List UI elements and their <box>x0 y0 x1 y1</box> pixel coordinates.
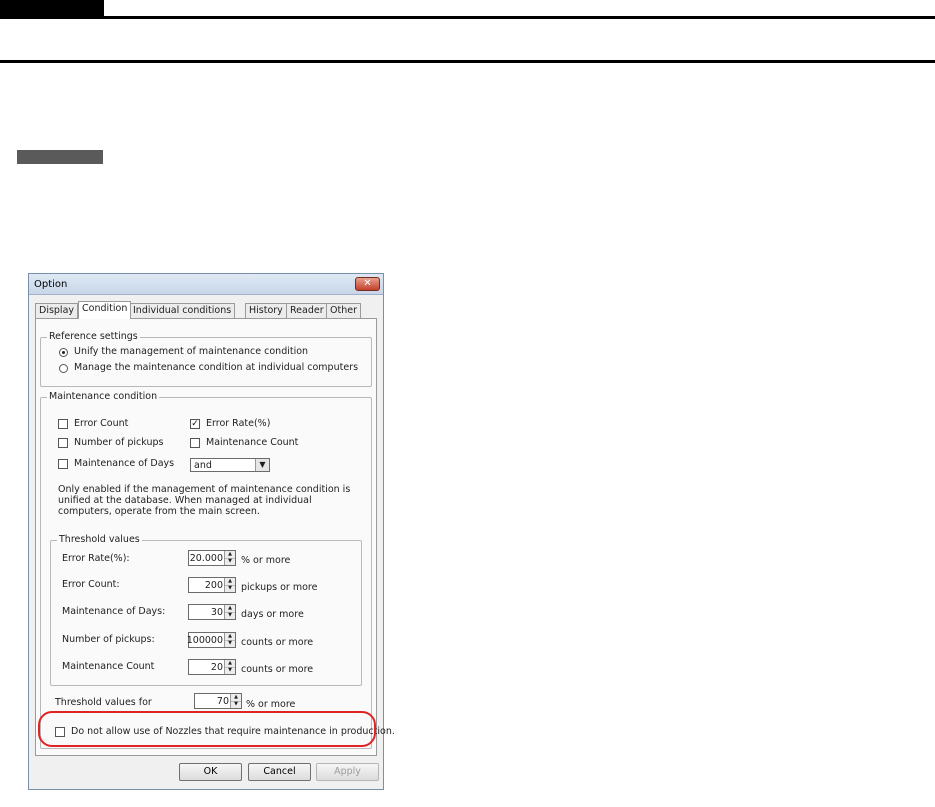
maintenance-days-value: 30 <box>210 607 223 618</box>
error-count-label: Error Count <box>74 418 129 429</box>
apply-button[interactable]: Apply <box>316 763 379 781</box>
section-tag <box>17 150 103 164</box>
error-count-spinner[interactable]: 200 ▲ ▼ <box>188 577 236 593</box>
threshold-unit-error-count: pickups or more <box>241 582 318 593</box>
tab-display[interactable]: Display <box>35 303 79 318</box>
dialog-title: Option <box>34 279 68 290</box>
header-rule <box>0 16 935 19</box>
individual-label: Manage the maintenance condition at indi… <box>74 362 359 373</box>
maintenance-count-value: 20 <box>210 662 223 673</box>
pickups-value: 100000 <box>186 635 223 646</box>
threshold-label-maintenance-count: Maintenance Count <box>62 661 155 672</box>
maintenance-count-label: Maintenance Count <box>206 437 299 448</box>
error-count-value: 200 <box>204 580 223 591</box>
cancel-button[interactable]: Cancel <box>248 763 311 781</box>
tab-other[interactable]: Other <box>326 303 361 318</box>
error-count-checkbox[interactable] <box>58 419 68 429</box>
maintenance-condition-group: Maintenance condition Error Count ✓ Erro… <box>40 391 395 749</box>
threshold-for-label: Threshold values for <box>55 697 152 708</box>
maintenance-condition-legend: Maintenance condition <box>47 391 160 402</box>
combine-select[interactable]: and ▼ <box>190 458 270 472</box>
pickups-spinner[interactable]: 100000 ▲ ▼ <box>186 632 236 648</box>
tab-reader[interactable]: Reader <box>286 303 328 318</box>
threshold-label-maintenance-days: Maintenance of Days: <box>62 606 166 617</box>
maintenance-days-spinner[interactable]: 30 ▲ ▼ <box>188 604 236 620</box>
close-icon: ✕ <box>363 278 372 289</box>
reference-settings-group: Reference settings Unify the management … <box>40 331 372 387</box>
maintenance-count-spinner[interactable]: 20 ▲ ▼ <box>188 659 236 675</box>
threshold-label-error-rate: Error Rate(%): <box>62 553 130 564</box>
maintenance-count-checkbox[interactable] <box>190 438 200 448</box>
chevron-down-icon[interactable]: ▼ <box>255 459 269 471</box>
error-rate-spinner[interactable]: 20.000 ▲ ▼ <box>188 550 236 566</box>
tab-condition[interactable]: Condition <box>78 301 132 319</box>
pickups-checkbox[interactable] <box>58 438 68 448</box>
maintenance-days-checkbox[interactable] <box>58 459 68 469</box>
dialog-titlebar: Option ✕ <box>29 274 383 295</box>
spin-down-icon[interactable]: ▼ <box>225 612 235 619</box>
spin-down-icon[interactable]: ▼ <box>225 585 235 592</box>
condition-panel: Reference settings Unify the management … <box>35 318 395 756</box>
error-rate-checkbox[interactable]: ✓ <box>190 419 200 429</box>
threshold-values-group: Threshold values Error Rate(%): 20.000 ▲… <box>50 534 362 686</box>
threshold-for-spinner[interactable]: 70 ▲ ▼ <box>194 693 242 709</box>
threshold-for-value: 70 <box>216 696 229 707</box>
threshold-unit-pickups: counts or more <box>241 637 314 648</box>
threshold-label-error-count: Error Count: <box>62 579 120 590</box>
threshold-label-pickups: Number of pickups: <box>62 634 155 645</box>
spin-down-icon[interactable]: ▼ <box>231 701 241 708</box>
threshold-values-legend: Threshold values <box>57 534 142 545</box>
maintenance-days-label: Maintenance of Days <box>74 458 175 469</box>
maintenance-note: Only enabled if the management of mainte… <box>58 484 351 517</box>
reference-settings-legend: Reference settings <box>47 331 140 342</box>
spin-down-icon[interactable]: ▼ <box>225 558 235 565</box>
threshold-for-unit: % or more <box>246 699 296 710</box>
unify-radio[interactable] <box>59 348 68 357</box>
threshold-unit-maintenance-count: counts or more <box>241 664 314 675</box>
tab-history[interactable]: History <box>245 303 287 318</box>
combine-select-value: and <box>194 460 212 471</box>
individual-radio[interactable] <box>59 364 68 373</box>
error-rate-value: 20.000 <box>189 553 223 564</box>
error-rate-label: Error Rate(%) <box>206 418 271 429</box>
spin-down-icon[interactable]: ▼ <box>225 640 235 647</box>
close-button[interactable]: ✕ <box>355 277 380 291</box>
threshold-unit-error-rate: % or more <box>241 555 291 566</box>
section-rule <box>0 60 935 63</box>
tab-individual-conditions[interactable]: Individual conditions <box>129 303 236 318</box>
pickups-label: Number of pickups <box>74 437 164 448</box>
highlight-annotation <box>38 711 376 747</box>
unify-label: Unify the management of maintenance cond… <box>74 346 309 357</box>
spin-down-icon[interactable]: ▼ <box>225 667 235 674</box>
threshold-unit-maintenance-days: days or more <box>241 609 304 620</box>
ok-button[interactable]: OK <box>179 763 242 781</box>
header-black-tab <box>0 0 104 16</box>
